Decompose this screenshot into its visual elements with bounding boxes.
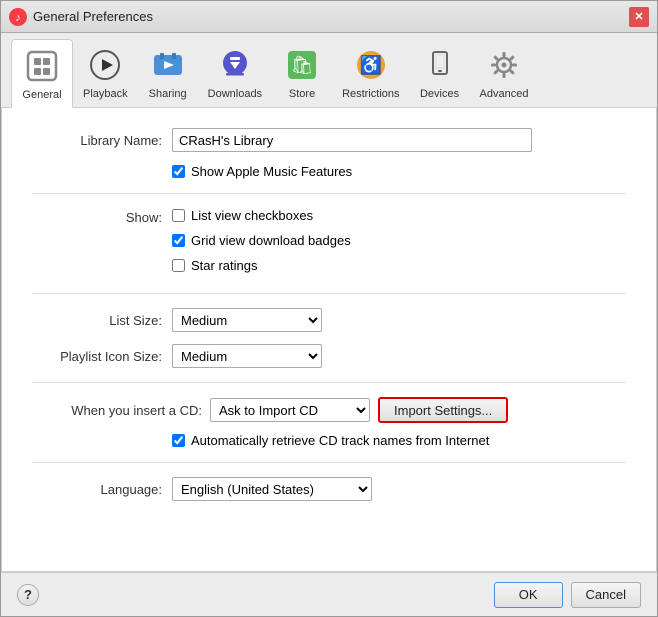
separator-3 xyxy=(32,382,626,383)
content-area: Library Name: Show Apple Music Features … xyxy=(1,108,657,572)
cd-insert-row: When you insert a CD: Ask to Import CD I… xyxy=(32,397,626,423)
grid-view-badges-row: Grid view download badges xyxy=(172,233,351,248)
list-view-checkboxes-label[interactable]: List view checkboxes xyxy=(191,208,313,223)
tab-restrictions[interactable]: ♿ Restrictions xyxy=(332,39,409,107)
list-size-row: List Size: Small Medium Large xyxy=(32,308,626,332)
playback-icon xyxy=(85,45,125,85)
auto-retrieve-checkbox[interactable] xyxy=(172,434,185,447)
restrictions-icon: ♿ xyxy=(351,45,391,85)
svg-text:♪: ♪ xyxy=(15,12,21,24)
cd-action-select[interactable]: Ask to Import CD Import CD Import CD and… xyxy=(210,398,370,422)
tab-downloads-label: Downloads xyxy=(208,88,262,100)
list-size-select[interactable]: Small Medium Large xyxy=(172,308,322,332)
language-label: Language: xyxy=(32,482,162,497)
tab-devices-label: Devices xyxy=(420,88,459,100)
general-icon xyxy=(22,46,62,86)
tab-restrictions-label: Restrictions xyxy=(342,88,399,100)
footer-left: ? xyxy=(17,584,494,606)
library-name-label: Library Name: xyxy=(32,133,162,148)
show-section: Show: List view checkboxes Grid view dow… xyxy=(32,208,626,279)
tab-downloads[interactable]: Downloads xyxy=(198,39,272,107)
playlist-icon-size-control: Small Medium Large xyxy=(172,344,626,368)
auto-retrieve-label[interactable]: Automatically retrieve CD track names fr… xyxy=(191,433,489,448)
star-ratings-label[interactable]: Star ratings xyxy=(191,258,257,273)
grid-view-badges-label[interactable]: Grid view download badges xyxy=(191,233,351,248)
grid-view-badges-checkbox[interactable] xyxy=(172,234,185,247)
store-icon: 🛍 xyxy=(282,45,322,85)
devices-icon xyxy=(420,45,460,85)
show-apple-music-checkbox[interactable] xyxy=(172,165,185,178)
show-options: List view checkboxes Grid view download … xyxy=(172,208,351,279)
tab-sharing-label: Sharing xyxy=(149,88,187,100)
toolbar: General Playback Sharing xyxy=(1,33,657,108)
svg-text:♿: ♿ xyxy=(360,54,382,75)
close-button[interactable]: ✕ xyxy=(629,7,649,27)
svg-text:🛍: 🛍 xyxy=(291,55,314,75)
tab-sharing[interactable]: Sharing xyxy=(138,39,198,107)
separator-4 xyxy=(32,462,626,463)
library-name-row: Library Name: xyxy=(32,128,626,152)
show-label: Show: xyxy=(32,208,162,279)
tab-devices[interactable]: Devices xyxy=(410,39,470,107)
window-title: General Preferences xyxy=(33,9,629,24)
separator-2 xyxy=(32,293,626,294)
tab-playback[interactable]: Playback xyxy=(73,39,138,107)
library-name-control xyxy=(172,128,626,152)
sharing-icon xyxy=(148,45,188,85)
language-select[interactable]: English (United States) French German Sp… xyxy=(172,477,372,501)
footer-right: OK Cancel xyxy=(494,582,641,608)
auto-retrieve-row: Automatically retrieve CD track names fr… xyxy=(172,433,626,448)
auto-retrieve-section: Automatically retrieve CD track names fr… xyxy=(172,433,626,448)
tab-advanced-label: Advanced xyxy=(480,88,529,100)
list-view-checkboxes-row: List view checkboxes xyxy=(172,208,351,223)
tab-general-label: General xyxy=(22,89,61,101)
tab-advanced[interactable]: Advanced xyxy=(470,39,539,107)
tab-playback-label: Playback xyxy=(83,88,128,100)
title-bar: ♪ General Preferences ✕ xyxy=(1,1,657,33)
apple-music-section: Show Apple Music Features xyxy=(172,164,626,179)
cancel-button[interactable]: Cancel xyxy=(571,582,641,608)
tab-store-label: Store xyxy=(289,88,315,100)
language-row: Language: English (United States) French… xyxy=(32,477,626,501)
language-control: English (United States) French German Sp… xyxy=(172,477,626,501)
list-size-control: Small Medium Large xyxy=(172,308,626,332)
ok-button[interactable]: OK xyxy=(494,582,563,608)
separator-1 xyxy=(32,193,626,194)
tab-store[interactable]: 🛍 Store xyxy=(272,39,332,107)
show-apple-music-row: Show Apple Music Features xyxy=(172,164,626,179)
list-size-label: List Size: xyxy=(32,313,162,328)
library-name-input[interactable] xyxy=(172,128,532,152)
list-view-checkboxes-checkbox[interactable] xyxy=(172,209,185,222)
cd-insert-label: When you insert a CD: xyxy=(32,403,202,418)
tab-general[interactable]: General xyxy=(11,39,73,108)
help-button[interactable]: ? xyxy=(17,584,39,606)
show-apple-music-label[interactable]: Show Apple Music Features xyxy=(191,164,352,179)
general-preferences-window: ♪ General Preferences ✕ General xyxy=(0,0,658,617)
star-ratings-row: Star ratings xyxy=(172,258,351,273)
playlist-icon-size-row: Playlist Icon Size: Small Medium Large xyxy=(32,344,626,368)
playlist-icon-size-label: Playlist Icon Size: xyxy=(32,349,162,364)
advanced-icon xyxy=(484,45,524,85)
import-settings-button[interactable]: Import Settings... xyxy=(378,397,508,423)
footer: ? OK Cancel xyxy=(1,572,657,616)
playlist-icon-size-select[interactable]: Small Medium Large xyxy=(172,344,322,368)
star-ratings-checkbox[interactable] xyxy=(172,259,185,272)
app-icon: ♪ xyxy=(9,8,27,26)
downloads-icon xyxy=(215,45,255,85)
